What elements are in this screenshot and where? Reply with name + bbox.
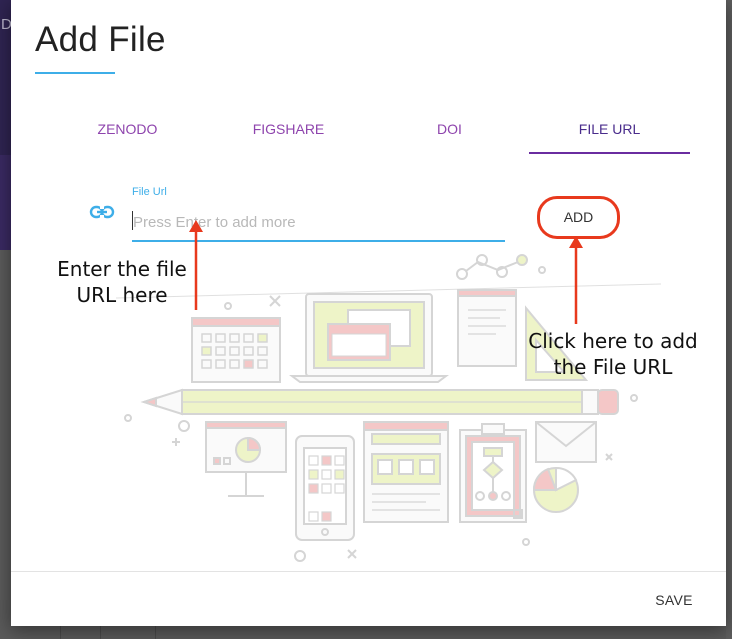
- add-file-dialog: Add File ZENODO FIGSHARE DOI FILE URL Fi…: [11, 0, 726, 626]
- save-button[interactable]: SAVE: [639, 586, 709, 614]
- enter-url-note: Enter the file URL here: [57, 257, 187, 307]
- title-underline: [35, 72, 115, 74]
- background-right: [726, 0, 732, 639]
- footer-divider: [11, 571, 726, 572]
- source-tabs: ZENODO FIGSHARE DOI FILE URL: [47, 110, 691, 154]
- text-caret: [132, 211, 133, 230]
- tab-zenodo[interactable]: ZENODO: [47, 110, 208, 152]
- link-icon: [89, 205, 115, 219]
- arrow-up-icon: [569, 236, 583, 324]
- tab-figshare[interactable]: FIGSHARE: [208, 110, 369, 152]
- click-add-note: Click here to add the File URL: [528, 329, 698, 379]
- file-url-label: File Url: [132, 186, 167, 198]
- dialog-title: Add File: [35, 20, 166, 59]
- add-button[interactable]: ADD: [537, 196, 620, 239]
- tab-file-url[interactable]: FILE URL: [529, 110, 690, 154]
- tab-doi[interactable]: DOI: [369, 110, 530, 152]
